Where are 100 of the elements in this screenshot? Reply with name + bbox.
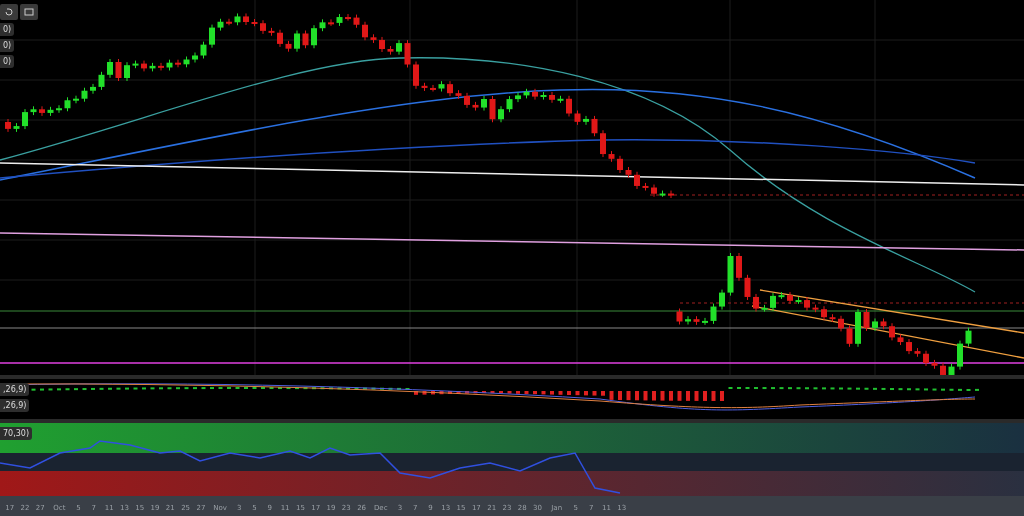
candlestick (107, 58, 113, 79)
candlestick (353, 14, 360, 29)
candlestick (523, 88, 530, 99)
candlestick (770, 292, 776, 312)
candlestick (685, 315, 691, 325)
candlestick (600, 129, 606, 158)
candlestick (719, 289, 725, 311)
candlestick (659, 190, 666, 198)
candlestick (540, 91, 547, 101)
candlestick (710, 303, 717, 325)
candlestick (124, 61, 130, 82)
candlestick (651, 184, 657, 198)
candlestick (608, 150, 615, 163)
candlestick (64, 96, 71, 112)
candlestick (175, 59, 181, 68)
candlestick (251, 18, 258, 27)
candlestick (855, 308, 861, 348)
candlestick (200, 41, 207, 59)
candlestick (727, 252, 734, 297)
candlestick (294, 30, 300, 53)
candlestick (897, 333, 904, 346)
candlestick (370, 33, 377, 44)
candlestick (90, 83, 96, 95)
candlestick (923, 350, 929, 367)
candlestick (421, 82, 428, 92)
candlestick (73, 95, 79, 104)
candlestick (736, 252, 742, 282)
candlestick (328, 18, 334, 27)
candlestick (532, 88, 538, 101)
candlestick (889, 322, 895, 341)
candlestick (515, 91, 521, 103)
candlestick (693, 315, 700, 326)
candlestick (5, 118, 11, 133)
candlestick (268, 27, 275, 37)
candlestick (47, 106, 54, 117)
candlestick (413, 61, 419, 90)
candlestick (438, 80, 445, 92)
indicator-label: 0) (0, 39, 15, 52)
candlestick (829, 313, 836, 323)
candlestick (336, 13, 343, 27)
candlestick (311, 24, 317, 49)
candlestick (30, 105, 37, 116)
candlestick (234, 12, 241, 26)
candlestick (226, 18, 232, 26)
candlestick (812, 304, 819, 313)
candlestick (302, 30, 309, 49)
toolbar-icon-button[interactable] (0, 4, 18, 20)
candlestick (481, 95, 487, 112)
candlestick (472, 101, 479, 112)
candlestick (430, 84, 436, 92)
candlestick (634, 171, 640, 190)
candlestick (319, 18, 326, 32)
candlestick (345, 13, 351, 22)
candlestick (795, 296, 802, 305)
candlestick (965, 327, 972, 348)
candlestick (668, 190, 674, 199)
candlestick (141, 60, 147, 72)
candlestick (362, 21, 368, 41)
candlestick (277, 29, 283, 48)
candlestick (761, 304, 768, 313)
candlestick (591, 115, 598, 137)
candlestick (98, 71, 105, 91)
candlestick (744, 274, 751, 301)
candlestick (914, 347, 921, 358)
candlestick (838, 315, 844, 332)
candlestick (880, 317, 887, 330)
candlestick (583, 115, 589, 126)
candlestick (149, 62, 156, 72)
candlestick (132, 60, 139, 69)
candlestick (56, 104, 62, 114)
candlestick (464, 92, 470, 109)
candlestick (642, 182, 649, 191)
candlestick (166, 59, 173, 71)
candlestick (209, 24, 215, 49)
undo-icon (4, 7, 14, 17)
candlestick (753, 293, 759, 313)
candlestick (489, 95, 496, 123)
candlestick (183, 56, 190, 68)
candlestick (243, 12, 249, 26)
toolbar-icon-button[interactable] (20, 4, 38, 20)
indicator-label: ,26,9) (0, 383, 30, 396)
candlestick (872, 317, 878, 332)
indicator-label: 0) (0, 55, 15, 68)
candlestick (804, 296, 810, 312)
candlestick (863, 308, 870, 332)
candlestick (115, 58, 122, 82)
candlestick (260, 19, 266, 35)
candlestick (192, 52, 198, 63)
candlestick (455, 89, 462, 100)
candlestick (940, 362, 946, 375)
candlestick (285, 40, 292, 53)
candlestick (498, 105, 504, 123)
candlestick (379, 36, 385, 53)
candlestick (787, 291, 793, 305)
candlestick (566, 95, 572, 117)
candlestick (557, 95, 564, 104)
candlestick (549, 91, 555, 104)
indicator-label: 70,30) (0, 427, 33, 440)
candlestick (387, 45, 394, 56)
candlestick (617, 155, 623, 174)
